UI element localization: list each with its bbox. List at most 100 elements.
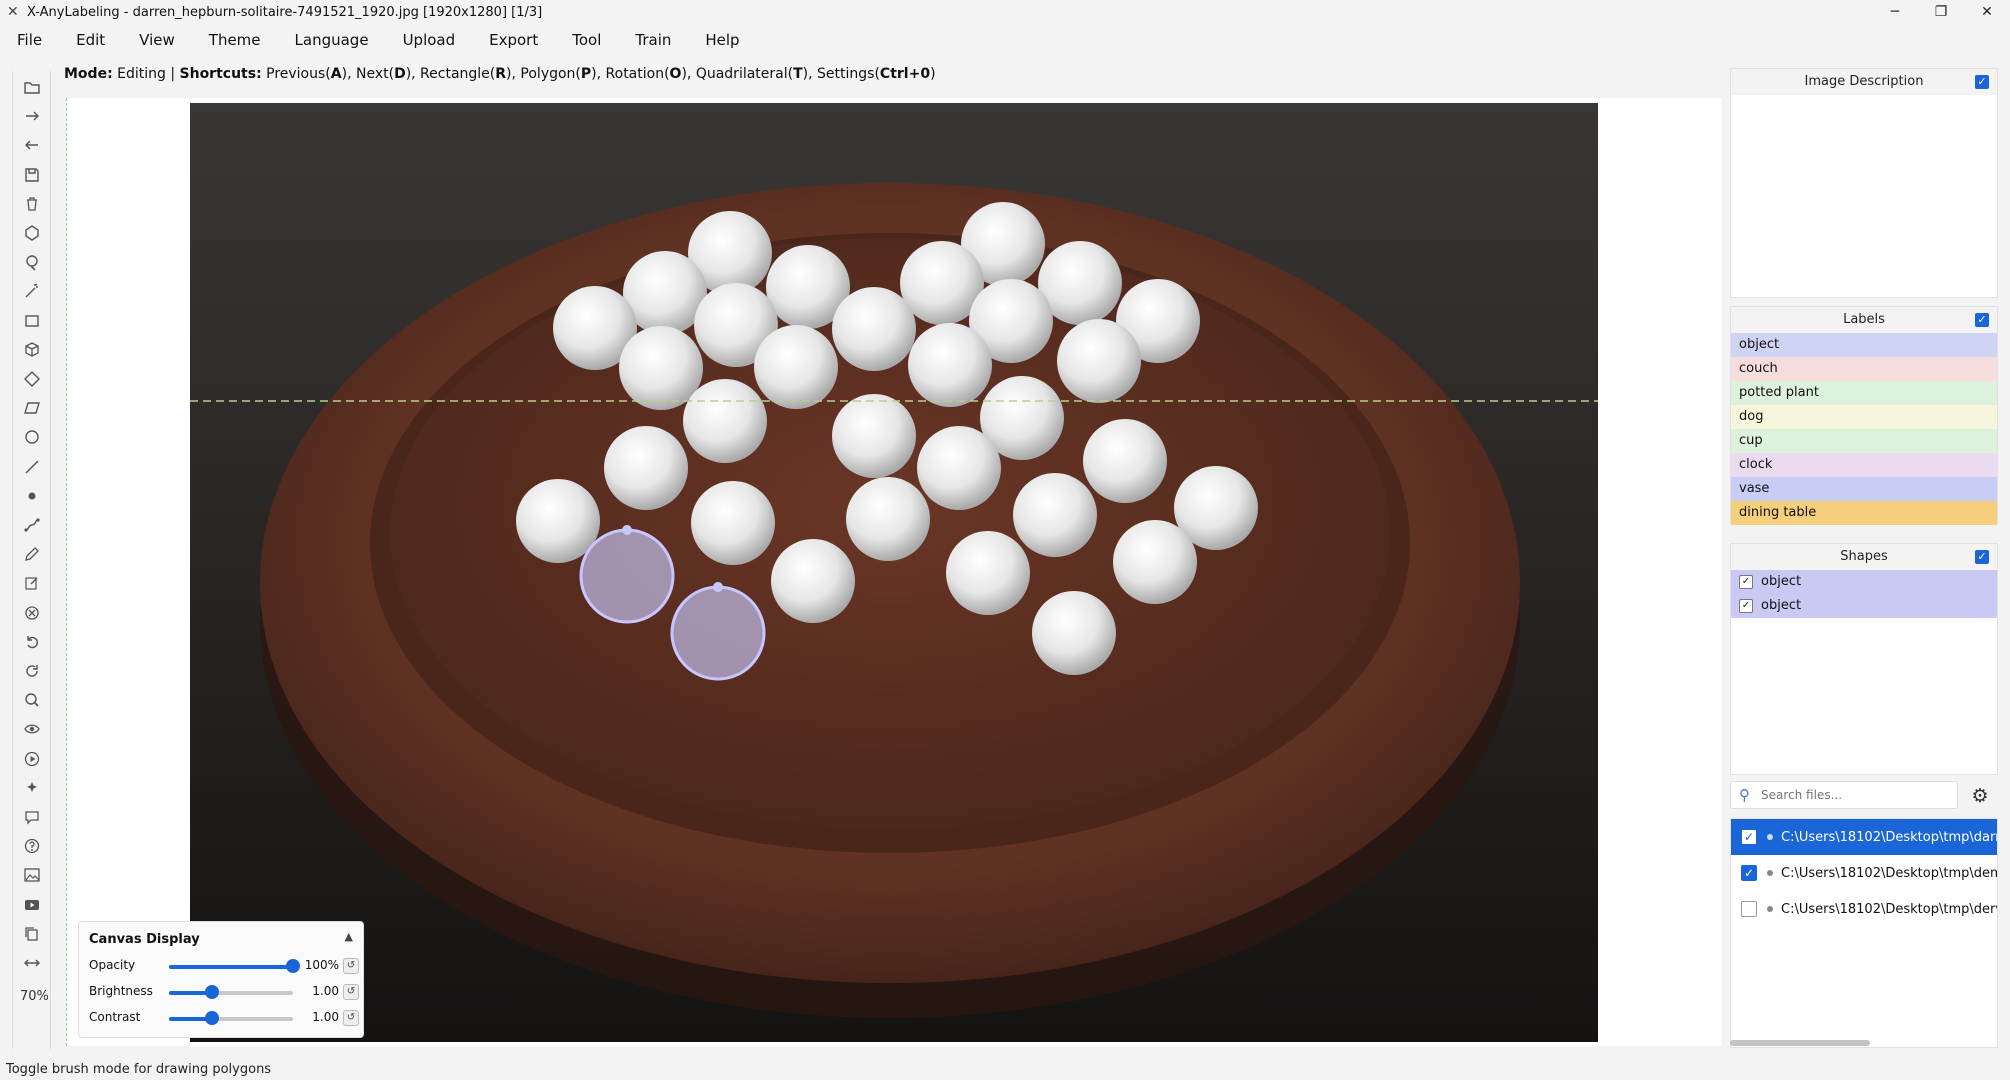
shape-visibility-checkbox[interactable]: ✓ — [1739, 599, 1753, 613]
file-list-item[interactable]: ✓ C:\Users\18102\Desktop\tmp\demo.jpg — [1731, 855, 1997, 891]
collapse-icon[interactable]: ▲ — [345, 930, 353, 943]
image-description-header: Image Description ✓ — [1731, 69, 1997, 95]
file-list-scrollbar[interactable] — [1730, 1040, 1870, 1046]
maximize-button[interactable]: ❐ — [1918, 0, 1964, 24]
next-image-icon[interactable] — [21, 105, 43, 127]
menu-view[interactable]: View — [122, 31, 192, 49]
opacity-label: Opacity — [89, 958, 136, 972]
brush-icon[interactable] — [21, 251, 43, 273]
file-checkbox[interactable] — [1741, 901, 1757, 917]
menu-edit[interactable]: Edit — [59, 31, 122, 49]
file-status-dot — [1767, 906, 1773, 912]
file-list-item[interactable]: ✓ C:\Users\18102\Desktop\tmp\darren_hepbu… — [1731, 819, 1997, 855]
brightness-reset-icon[interactable]: ↺ — [343, 984, 359, 1000]
play-icon[interactable] — [21, 748, 43, 770]
menu-file[interactable]: File — [0, 31, 59, 49]
shape-item[interactable]: ✓ object — [1731, 570, 1997, 594]
cube-icon[interactable] — [21, 339, 43, 361]
shape-item[interactable]: ✓ object — [1731, 594, 1997, 618]
quadrilateral-icon[interactable] — [21, 397, 43, 419]
label-item[interactable]: clock — [1731, 453, 1997, 477]
contrast-slider[interactable] — [169, 1011, 293, 1025]
ai-icon[interactable] — [21, 777, 43, 799]
file-checkbox[interactable]: ✓ — [1741, 865, 1757, 881]
fit-width-icon[interactable] — [21, 952, 43, 974]
shortcut-name: Rotation( — [601, 66, 670, 82]
label-item[interactable]: dining table — [1731, 501, 1997, 525]
menu-train[interactable]: Train — [618, 31, 688, 49]
contrast-slider-handle[interactable] — [205, 1011, 220, 1025]
shortcut-item: Quadrilateral(T), — [691, 66, 813, 82]
label-item[interactable]: vase — [1731, 477, 1997, 501]
edit-icon[interactable] — [21, 572, 43, 594]
point-icon[interactable] — [21, 485, 43, 507]
object-shape-annotation[interactable] — [579, 528, 675, 624]
contrast-row: Contrast 1.00 ↺ — [89, 1008, 359, 1028]
opacity-reset-icon[interactable]: ↺ — [343, 958, 359, 974]
copy-icon[interactable] — [21, 923, 43, 945]
menu-tool[interactable]: Tool — [555, 31, 618, 49]
open-folder-icon[interactable] — [21, 76, 43, 98]
label-item[interactable]: object — [1731, 333, 1997, 357]
labels-checkbox[interactable]: ✓ — [1975, 313, 1989, 327]
undo-icon[interactable] — [21, 631, 43, 653]
canvas-display-panel: Canvas Display ▲ Opacity 100% ↺ Brightne… — [78, 921, 364, 1038]
polygon-icon[interactable] — [21, 222, 43, 244]
shape-visibility-checkbox[interactable]: ✓ — [1739, 575, 1753, 589]
labels-title: Labels — [1843, 312, 1885, 327]
pencil-icon[interactable] — [21, 543, 43, 565]
gear-icon[interactable]: ⚙ — [1968, 784, 1992, 808]
video-icon[interactable] — [21, 894, 43, 916]
image-description-checkbox[interactable]: ✓ — [1975, 75, 1989, 89]
contrast-reset-icon[interactable]: ↺ — [343, 1010, 359, 1026]
close-button[interactable]: ✕ — [1964, 0, 2010, 24]
shape-vertex-handle[interactable] — [713, 582, 723, 592]
label-item[interactable]: couch — [1731, 357, 1997, 381]
visibility-icon[interactable] — [21, 718, 43, 740]
diamond-icon[interactable] — [21, 368, 43, 390]
linestrip-icon[interactable] — [21, 514, 43, 536]
delete-icon[interactable] — [21, 193, 43, 215]
circle-icon[interactable] — [21, 426, 43, 448]
file-list: ✓ C:\Users\18102\Desktop\tmp\darren_hepbu… — [1730, 818, 1998, 1048]
file-search-box[interactable]: ⚲ — [1730, 781, 1958, 809]
minimize-button[interactable]: ─ — [1872, 0, 1918, 24]
auto-label-icon[interactable] — [21, 689, 43, 711]
file-search-input[interactable] — [1761, 788, 1951, 802]
image-description-panel: Image Description ✓ — [1730, 68, 1998, 298]
label-item[interactable]: dog — [1731, 405, 1997, 429]
label-item[interactable]: cup — [1731, 429, 1997, 453]
menu-bar: File Edit View Theme Language Upload Exp… — [0, 28, 2010, 52]
menu-upload[interactable]: Upload — [386, 31, 473, 49]
rectangle-icon[interactable] — [21, 310, 43, 332]
save-icon[interactable] — [21, 164, 43, 186]
shortcut-key: O — [669, 66, 682, 82]
magic-wand-icon[interactable] — [21, 280, 43, 302]
labels-header: Labels ✓ — [1731, 307, 1997, 333]
brightness-slider[interactable] — [169, 985, 293, 999]
shape-vertex-handle[interactable] — [622, 525, 632, 535]
line-icon[interactable] — [21, 456, 43, 478]
image-icon[interactable] — [21, 864, 43, 886]
menu-theme[interactable]: Theme — [192, 31, 278, 49]
menu-language[interactable]: Language — [278, 31, 386, 49]
shapes-checkbox[interactable]: ✓ — [1975, 550, 1989, 564]
opacity-slider[interactable] — [169, 959, 300, 973]
chat-icon[interactable] — [21, 806, 43, 828]
image-canvas[interactable] — [190, 103, 1598, 1042]
file-checkbox[interactable]: ✓ — [1741, 829, 1757, 845]
file-list-item[interactable]: C:\Users\18102\Desktop\tmp\derwent.jpg — [1731, 891, 1997, 927]
zoom-level[interactable]: 70% — [20, 989, 49, 1004]
help-icon[interactable] — [21, 835, 43, 857]
mode-shortcuts-line: Mode: Editing | Shortcuts: Previous(A), … — [64, 66, 936, 82]
brightness-slider-handle[interactable] — [205, 985, 220, 999]
menu-help[interactable]: Help — [688, 31, 756, 49]
shortcut-name: Rectangle( — [415, 66, 496, 82]
redo-icon[interactable] — [21, 660, 43, 682]
cancel-icon[interactable] — [21, 602, 43, 624]
menu-export[interactable]: Export — [472, 31, 555, 49]
prev-image-icon[interactable] — [21, 134, 43, 156]
label-item[interactable]: potted plant — [1731, 381, 1997, 405]
shortcut-key: D — [394, 66, 406, 82]
object-shape-annotation[interactable] — [670, 585, 766, 681]
